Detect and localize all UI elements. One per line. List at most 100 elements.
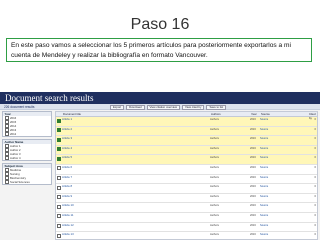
slide-title: Paso 16: [130, 16, 190, 33]
refine-section: Subject Area Medicine Nursing Biochemistry S…: [2, 163, 52, 185]
year-cell: 2016: [250, 233, 256, 237]
checkbox[interactable]: [4, 132, 9, 136]
table-row: Article 7 Authors 2016 Source 0: [56, 175, 317, 185]
row-checkbox[interactable]: [57, 176, 61, 181]
cited-by-cell: 0: [314, 165, 316, 169]
cited-by-button[interactable]: View cited by: [182, 104, 205, 111]
cited-by-cell: 0: [314, 127, 316, 131]
row-checkbox[interactable]: [57, 195, 61, 200]
year-cell: 2016: [250, 127, 256, 131]
table-row: Article 4 Authors 2016 Source 0: [56, 145, 317, 156]
cited-by-cell: 0: [314, 194, 316, 198]
source-link[interactable]: Source: [260, 203, 308, 212]
cited-by-cell: 0: [314, 156, 316, 160]
toolbar-buttons: Export Download View citation overview V…: [110, 104, 227, 111]
authors-cell: Authors: [210, 146, 219, 150]
row-checkbox[interactable]: [57, 185, 61, 190]
source-link[interactable]: Source: [260, 117, 308, 126]
row-checkbox[interactable]: [57, 147, 61, 152]
year-cell: 2016: [250, 204, 256, 208]
citation-overview-button[interactable]: View citation overview: [146, 104, 181, 111]
document-title-link[interactable]: Article 5: [62, 155, 210, 164]
source-link[interactable]: Source: [260, 146, 308, 155]
table-row: Article 8 Authors 2016 Source 0: [56, 184, 317, 194]
row-checkbox[interactable]: [57, 128, 61, 133]
checkbox[interactable]: [4, 156, 9, 160]
source-link[interactable]: Source: [260, 184, 308, 193]
save-to-list-button[interactable]: Save to list: [206, 104, 227, 111]
scopus-screenshot: Document search results 226 document res…: [0, 92, 320, 240]
col-cited-by: Cited by: [309, 112, 316, 120]
cited-by-cell: 0: [314, 185, 316, 189]
authors-cell: Authors: [210, 233, 219, 237]
col-title: Document title: [63, 112, 81, 116]
authors-cell: Authors: [210, 137, 219, 141]
source-link[interactable]: Source: [260, 165, 308, 174]
row-checkbox[interactable]: [57, 214, 61, 219]
year-cell: 2016: [250, 118, 256, 121]
source-link[interactable]: Source: [260, 223, 308, 232]
checkbox[interactable]: [4, 180, 9, 184]
export-button[interactable]: Export: [110, 104, 125, 111]
document-title-link[interactable]: Article 1: [62, 117, 210, 126]
row-checkbox[interactable]: [57, 166, 61, 171]
refine-option-label: Author 4: [10, 156, 21, 160]
source-link[interactable]: Source: [260, 213, 308, 222]
year-cell: 2016: [250, 137, 256, 141]
year-cell: 2016: [250, 146, 256, 150]
row-checkbox[interactable]: [57, 156, 61, 161]
table-row: Article 10 Authors 2016 Source 0: [56, 203, 317, 213]
year-cell: 2016: [250, 175, 256, 179]
document-title-link[interactable]: Article 13: [62, 232, 210, 240]
authors-cell: Authors: [210, 185, 219, 189]
authors-cell: Authors: [210, 194, 219, 198]
document-title-link[interactable]: Article 2: [62, 127, 210, 136]
document-title-link[interactable]: Article 10: [62, 203, 210, 212]
refine-sidebar: Year 2016 2015 2014 2013 2012 Author Name Autho…: [2, 111, 52, 240]
refine-option[interactable]: 2012: [3, 132, 51, 136]
year-cell: 2016: [250, 165, 256, 169]
results-table: Document title Authors Year Source Cited…: [55, 111, 318, 240]
row-checkbox[interactable]: [57, 118, 61, 123]
cited-by-cell: 0: [314, 175, 316, 179]
document-title-link[interactable]: Article 4: [62, 146, 210, 155]
table-row: Article 5 Authors 2016 Source 0: [56, 155, 317, 165]
row-checkbox[interactable]: [57, 233, 61, 238]
cited-by-cell: 0: [314, 233, 316, 237]
download-button[interactable]: Download: [126, 104, 145, 111]
refine-option[interactable]: Author 4: [3, 156, 51, 160]
document-title-link[interactable]: Article 9: [62, 194, 210, 203]
table-row: Article 2 Authors 2016 Source 0: [56, 126, 317, 137]
col-source: Source: [261, 112, 270, 116]
refine-section: Year 2016 2015 2014 2013 2012: [2, 111, 52, 137]
authors-cell: Authors: [210, 156, 219, 160]
source-link[interactable]: Source: [260, 232, 308, 240]
authors-cell: Authors: [210, 213, 219, 217]
source-link[interactable]: Source: [260, 136, 308, 145]
document-title-link[interactable]: Article 8: [62, 184, 210, 193]
row-checkbox[interactable]: [57, 224, 61, 229]
row-checkbox[interactable]: [57, 137, 61, 142]
source-link[interactable]: Source: [260, 127, 308, 136]
source-link[interactable]: Source: [260, 155, 308, 164]
authors-cell: Authors: [210, 204, 219, 208]
table-row: Article 13 Authors 2016 Source 0: [56, 232, 317, 240]
cited-by-cell: 0: [314, 223, 316, 227]
year-cell: 2016: [250, 213, 256, 217]
results-banner: Document search results: [0, 92, 320, 104]
results-toolbar: 226 document results Export Download Vie…: [0, 104, 320, 111]
document-title-link[interactable]: Article 3: [62, 136, 210, 145]
document-title-link[interactable]: Article 7: [62, 175, 210, 184]
authors-cell: Authors: [210, 175, 219, 179]
source-link[interactable]: Source: [260, 194, 308, 203]
refine-option-label: 2012: [10, 132, 17, 136]
row-checkbox[interactable]: [57, 204, 61, 209]
refine-option[interactable]: Social Sciences: [3, 180, 51, 184]
document-title-link[interactable]: Article 11: [62, 213, 210, 222]
table-row: Article 11 Authors 2016 Source 0: [56, 213, 317, 223]
document-title-link[interactable]: Article 6: [62, 165, 210, 174]
document-title-link[interactable]: Article 12: [62, 223, 210, 232]
results-count: 226 document results: [4, 104, 35, 109]
cited-by-cell: 0: [314, 204, 316, 208]
source-link[interactable]: Source: [260, 175, 308, 184]
